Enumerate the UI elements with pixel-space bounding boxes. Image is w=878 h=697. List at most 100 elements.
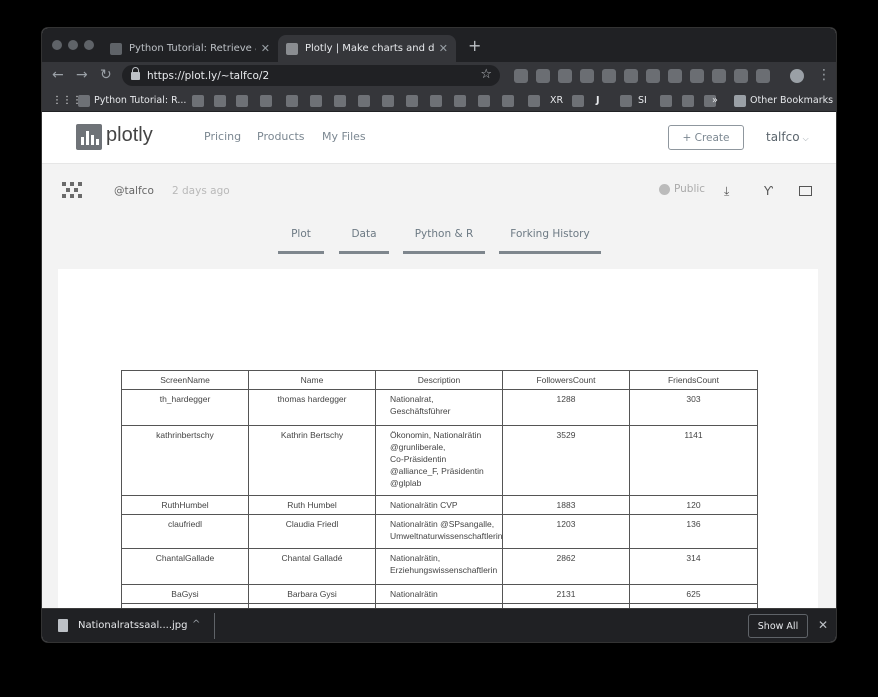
bookmark-star-icon[interactable]: ☆ xyxy=(480,67,492,82)
extension-icon[interactable] xyxy=(712,69,726,83)
plotly-page: plotly Pricing Products My Files + Creat… xyxy=(42,112,836,608)
url-text[interactable]: https://plot.ly/~talfco/2 xyxy=(147,70,269,82)
bookmark-icon[interactable] xyxy=(478,95,490,107)
close-tab-icon[interactable]: ✕ xyxy=(261,42,270,55)
show-all-button[interactable]: Show All xyxy=(748,614,808,638)
bookmark-icon[interactable] xyxy=(310,95,322,107)
table-cell: th_hardegger xyxy=(121,389,249,426)
download-icon[interactable]: ⤓ xyxy=(724,184,729,199)
table-cell: BaGysi xyxy=(121,584,249,604)
table-cell: Kathrin Bertschy xyxy=(248,425,376,496)
logo-text[interactable]: plotly xyxy=(106,124,153,147)
nav-products[interactable]: Products xyxy=(257,130,305,143)
extension-icon[interactable] xyxy=(514,69,528,83)
close-icon[interactable]: ✕ xyxy=(818,618,828,632)
table-cell: 1288 xyxy=(502,389,630,426)
column-header: Description xyxy=(375,370,503,390)
back-arrow-icon[interactable]: ← xyxy=(52,67,64,83)
bookmark-icon[interactable] xyxy=(260,95,272,107)
nav-pricing[interactable]: Pricing xyxy=(204,130,241,143)
bookmark-icon[interactable] xyxy=(502,95,514,107)
extension-icon[interactable] xyxy=(602,69,616,83)
extension-icon[interactable] xyxy=(580,69,594,83)
extension-icon[interactable] xyxy=(536,69,550,83)
plot-tabs: Plot Data Python & R Forking History xyxy=(42,228,836,254)
bookmark-icon[interactable] xyxy=(236,95,248,107)
extension-icon[interactable] xyxy=(668,69,682,83)
download-filename[interactable]: Nationalratssaal....jpg xyxy=(78,620,187,631)
tab-python-r[interactable]: Python & R xyxy=(403,228,485,254)
python-favicon-icon xyxy=(110,42,122,55)
maximize-window-dot[interactable] xyxy=(84,40,94,50)
table-cell: Ökonomin, Nationalrätin @grunliberale, C… xyxy=(375,425,503,496)
owner-username[interactable]: @talfco xyxy=(114,185,154,197)
table-cell: 1141 xyxy=(629,425,758,496)
download-bar: Nationalratssaal....jpg ^ Show All ✕ xyxy=(42,608,836,642)
extension-icon[interactable] xyxy=(558,69,572,83)
embed-icon[interactable] xyxy=(799,186,812,196)
extension-icon[interactable] xyxy=(734,69,748,83)
tab-python-tutorial[interactable]: Python Tutorial: Retrieve a list ✕ xyxy=(102,35,278,62)
bookmark-icon[interactable] xyxy=(334,95,346,107)
profile-avatar-icon[interactable] xyxy=(790,69,804,83)
tab-plot[interactable]: Plot xyxy=(278,228,324,254)
address-bar[interactable]: https://plot.ly/~talfco/2 ☆ xyxy=(122,65,500,86)
whatsapp-bookmark-icon[interactable] xyxy=(660,95,672,107)
table-row: ChantalGallade Chantal Galladé Nationalrät… xyxy=(121,548,758,585)
more-bookmarks-icon[interactable]: » xyxy=(712,95,718,106)
new-tab-icon[interactable]: + xyxy=(468,36,481,55)
table-cell: Claudia Friedl xyxy=(248,514,376,549)
tab-title: Plotly | Make charts and dashb xyxy=(305,43,434,54)
bookmark-icon[interactable] xyxy=(454,95,466,107)
mail-bookmark-icon[interactable] xyxy=(192,95,204,107)
bookmark-python-tutorial[interactable]: Python Tutorial: R... xyxy=(94,95,186,106)
extension-icon[interactable] xyxy=(646,69,660,83)
user-menu[interactable]: talfco ⌵ xyxy=(766,130,809,144)
bookmark-icon[interactable] xyxy=(406,95,418,107)
globe-icon xyxy=(659,183,670,195)
table-cell: Nationalrätin CVP xyxy=(375,495,503,515)
tab-data[interactable]: Data xyxy=(339,228,389,254)
bookmark-icon[interactable] xyxy=(430,95,442,107)
plotly-logo-icon[interactable] xyxy=(76,124,102,150)
visibility-badge: Public xyxy=(659,183,705,195)
bookmark-si[interactable]: SI xyxy=(638,95,647,106)
close-tab-icon[interactable]: ✕ xyxy=(439,42,448,55)
bookmark-xr[interactable]: XR xyxy=(550,95,563,106)
bookmark-icon[interactable] xyxy=(682,95,694,107)
table-cell: 120 xyxy=(629,495,758,515)
minimize-window-dot[interactable] xyxy=(68,40,78,50)
python-bookmark-icon[interactable] xyxy=(78,95,90,107)
document-bookmark-icon[interactable] xyxy=(620,95,632,107)
close-window-dot[interactable] xyxy=(52,40,62,50)
tab-plotly[interactable]: Plotly | Make charts and dashb ✕ xyxy=(278,35,456,62)
bookmark-j[interactable]: J xyxy=(596,95,600,106)
other-bookmarks[interactable]: Other Bookmarks xyxy=(750,95,833,106)
table-row: kathrinbertschy Kathrin Bertschy Ökonomin,… xyxy=(121,425,758,496)
bookmark-icon[interactable] xyxy=(382,95,394,107)
table-cell: kathrinbertschy xyxy=(121,425,249,496)
table-cell: Nationalrätin xyxy=(375,584,503,604)
avatar[interactable] xyxy=(62,182,82,198)
browser-menu-icon[interactable]: ⋮ xyxy=(817,67,831,83)
chevron-up-icon[interactable]: ^ xyxy=(192,619,200,630)
bookmark-icon[interactable] xyxy=(358,95,370,107)
bookmark-icon[interactable] xyxy=(286,95,298,107)
nav-my-files[interactable]: My Files xyxy=(322,130,366,143)
extension-icon[interactable] xyxy=(624,69,638,83)
reload-icon[interactable]: ↻ xyxy=(100,67,112,83)
create-button[interactable]: + Create xyxy=(668,125,744,150)
bookmark-icon[interactable] xyxy=(528,95,540,107)
table-row: th_hardegger thomas hardegger Nationalrat,… xyxy=(121,389,758,426)
fork-icon[interactable]: Ƴ xyxy=(764,184,773,198)
table-row: RuthHumbel Ruth Humbel Nationalrätin CVP 18… xyxy=(121,495,758,515)
extension-icon[interactable] xyxy=(756,69,770,83)
extension-icon[interactable] xyxy=(690,69,704,83)
tab-forking-history[interactable]: Forking History xyxy=(499,228,601,254)
column-header: Name xyxy=(248,370,376,390)
bookmark-icon[interactable] xyxy=(572,95,584,107)
bookmark-icon[interactable] xyxy=(214,95,226,107)
forward-arrow-icon[interactable]: → xyxy=(76,67,88,83)
site-header: plotly Pricing Products My Files + Creat… xyxy=(42,112,836,164)
username: talfco xyxy=(766,130,800,144)
